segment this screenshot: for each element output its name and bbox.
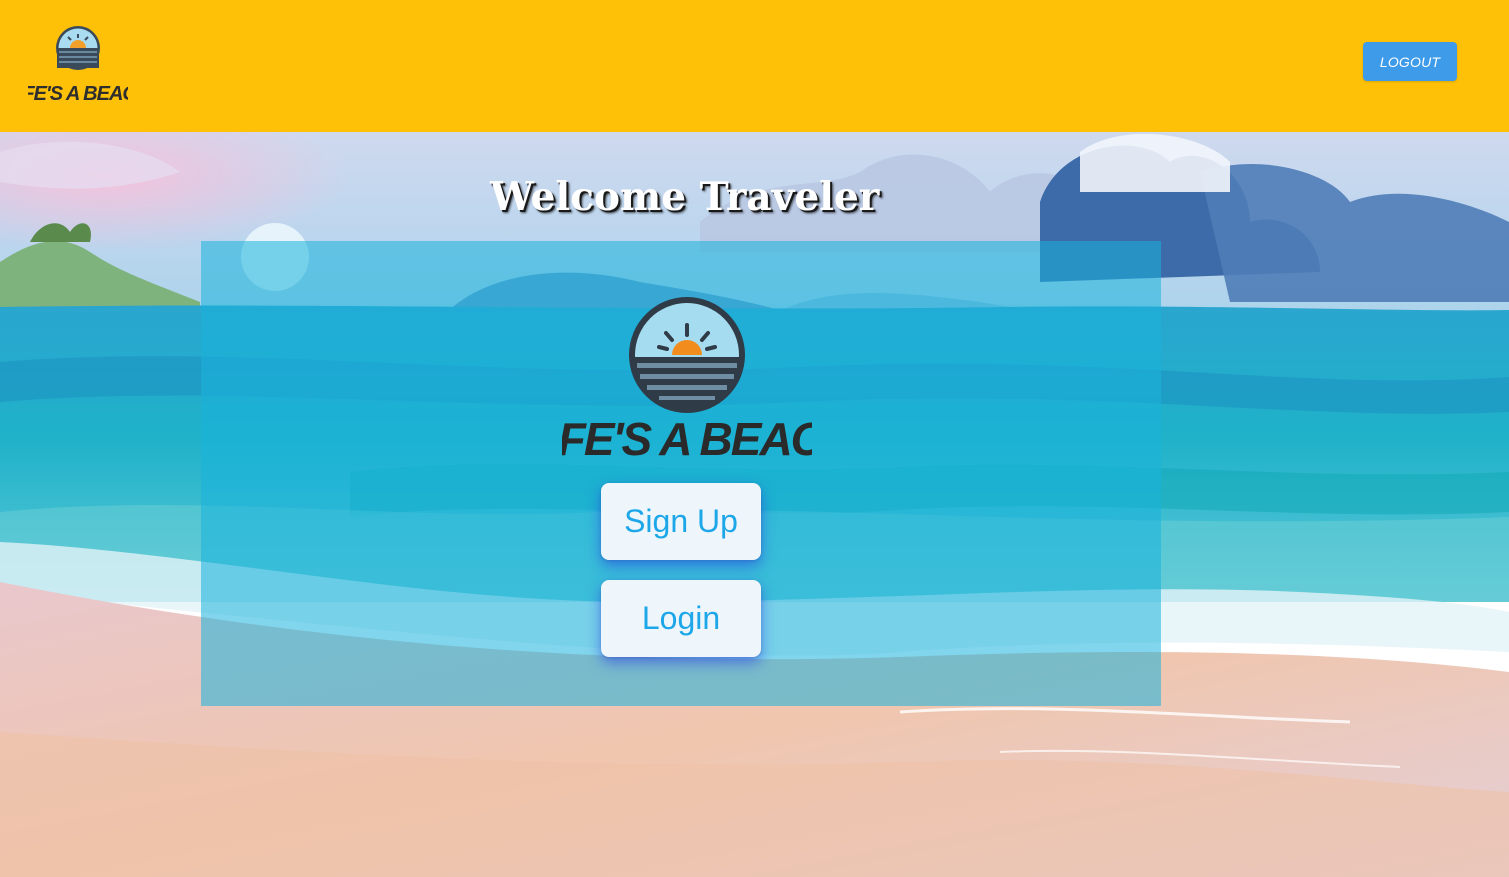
- card-logo-text: LIFE'S A BEACH: [562, 413, 812, 462]
- sign-up-button[interactable]: Sign Up: [601, 483, 761, 560]
- sunset-over-sea-logo-icon: LIFE'S A BEACH: [7, 26, 152, 105]
- login-button[interactable]: Login: [601, 580, 761, 657]
- header-bar: LIFE'S A BEACH LOGOUT: [0, 0, 1509, 132]
- logout-button[interactable]: LOGOUT: [1363, 42, 1457, 81]
- sunset-over-sea-logo-icon: LIFE'S A BEACH: [521, 297, 858, 465]
- welcome-card: LIFE'S A BEACH Sign Up Login: [201, 241, 1161, 706]
- page-title: Welcome Traveler: [490, 174, 880, 220]
- brand-logo-text: LIFE'S A BEACH: [28, 83, 128, 105]
- card-logo: LIFE'S A BEACH: [521, 297, 858, 465]
- brand-logo[interactable]: LIFE'S A BEACH: [7, 18, 152, 108]
